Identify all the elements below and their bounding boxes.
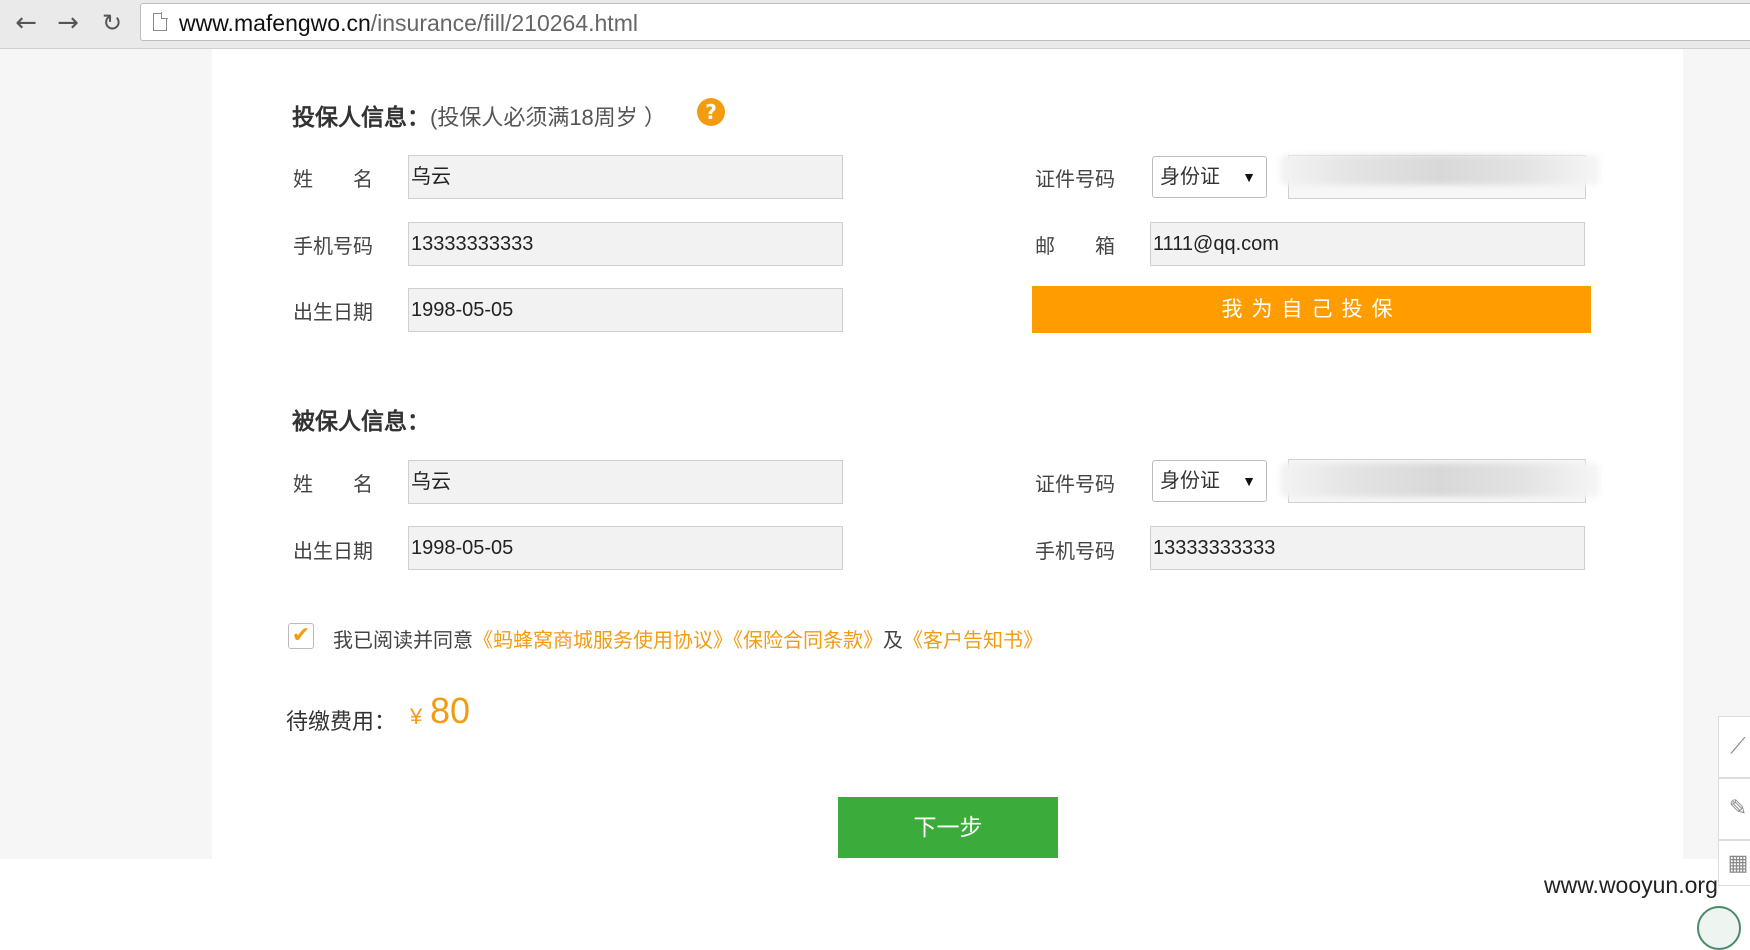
policyholder-phone-label: 手机号码: [293, 236, 373, 258]
agreement-prefix: 我已阅读并同意: [333, 630, 473, 652]
watermark: www.wooyun.org: [1544, 872, 1718, 898]
reload-icon[interactable]: ↻: [96, 8, 128, 38]
insured-birth-input[interactable]: 1998-05-05: [408, 526, 843, 570]
qr-code-icon[interactable]: ▦: [1718, 840, 1750, 886]
insured-id-type-select[interactable]: 身份证 ▼: [1152, 460, 1267, 502]
next-step-button[interactable]: 下一步: [838, 797, 1058, 858]
page-icon: [153, 12, 168, 31]
service-agreement-link[interactable]: 《蚂蜂窝商城服务使用协议》: [473, 630, 733, 652]
insure-myself-button[interactable]: 我为自己投保: [1032, 286, 1591, 333]
policyholder-id-label: 证件号码: [1035, 169, 1115, 191]
redacted-id-mask: [1280, 155, 1600, 185]
agreement-text: 我已阅读并同意《蚂蜂窝商城服务使用协议》《保险合同条款》及《客户告知书》: [333, 624, 1043, 653]
chevron-down-icon: ▼: [1242, 169, 1256, 185]
checkmark-icon: ✔: [291, 623, 311, 648]
policyholder-title: 投保人信息：(投保人必须满18周岁 ）: [292, 98, 666, 132]
fee-amount: 80: [430, 690, 471, 731]
url-host: www.mafengwo.cn: [179, 10, 371, 36]
page-margin-left: [0, 49, 212, 859]
policyholder-title-text: 投保人信息：: [292, 104, 430, 130]
edit-icon[interactable]: ⟋: [1718, 716, 1750, 778]
agreement-checkbox[interactable]: ✔: [288, 623, 314, 649]
policyholder-id-type-select[interactable]: 身份证 ▼: [1152, 156, 1267, 198]
insured-title: 被保人信息：: [292, 408, 430, 434]
policyholder-email-label: 邮 箱: [1035, 236, 1115, 258]
policyholder-name-input[interactable]: 乌云: [408, 155, 843, 199]
customer-notice-link[interactable]: 《客户告知书》: [903, 630, 1043, 652]
fee-label: 待缴费用：: [286, 709, 397, 734]
policyholder-name-label: 姓 名: [293, 169, 373, 191]
insured-birth-label: 出生日期: [293, 541, 373, 563]
insured-name-input[interactable]: 乌云: [408, 460, 843, 504]
url-text[interactable]: www.mafengwo.cn/insurance/fill/210264.ht…: [179, 10, 638, 37]
policyholder-birth-input[interactable]: 1998-05-05: [408, 288, 843, 332]
help-icon[interactable]: ?: [697, 98, 725, 126]
policyholder-email-input[interactable]: 1111@qq.com: [1150, 222, 1585, 266]
redacted-id-mask: [1280, 463, 1600, 497]
address-bar[interactable]: www.mafengwo.cn/insurance/fill/210264.ht…: [140, 3, 1750, 41]
insured-id-label: 证件号码: [1035, 474, 1115, 496]
policyholder-phone-input[interactable]: 13333333333: [408, 222, 843, 266]
fee-currency: ¥: [410, 704, 423, 729]
back-arrow-icon[interactable]: ←: [10, 8, 42, 38]
pencil-icon[interactable]: ✎: [1718, 778, 1750, 840]
insured-id-type-value: 身份证: [1160, 470, 1220, 492]
corner-logo: [1697, 906, 1741, 950]
insured-phone-label: 手机号码: [1035, 541, 1115, 563]
insured-phone-input[interactable]: 13333333333: [1150, 526, 1585, 570]
insurance-terms-link[interactable]: 《保险合同条款》: [733, 630, 883, 652]
policyholder-birth-label: 出生日期: [293, 302, 373, 324]
browser-toolbar: ← → ↻ www.mafengwo.cn/insurance/fill/210…: [0, 0, 1750, 49]
url-path: /insurance/fill/210264.html: [370, 10, 638, 36]
chevron-down-icon: ▼: [1242, 473, 1256, 489]
policyholder-age-note: (投保人必须满18周岁 ）: [430, 105, 666, 130]
forward-arrow-icon[interactable]: →: [52, 8, 84, 38]
agreement-and: 及: [883, 630, 903, 652]
insured-name-label: 姓 名: [293, 474, 373, 496]
policyholder-id-type-value: 身份证: [1160, 166, 1220, 188]
